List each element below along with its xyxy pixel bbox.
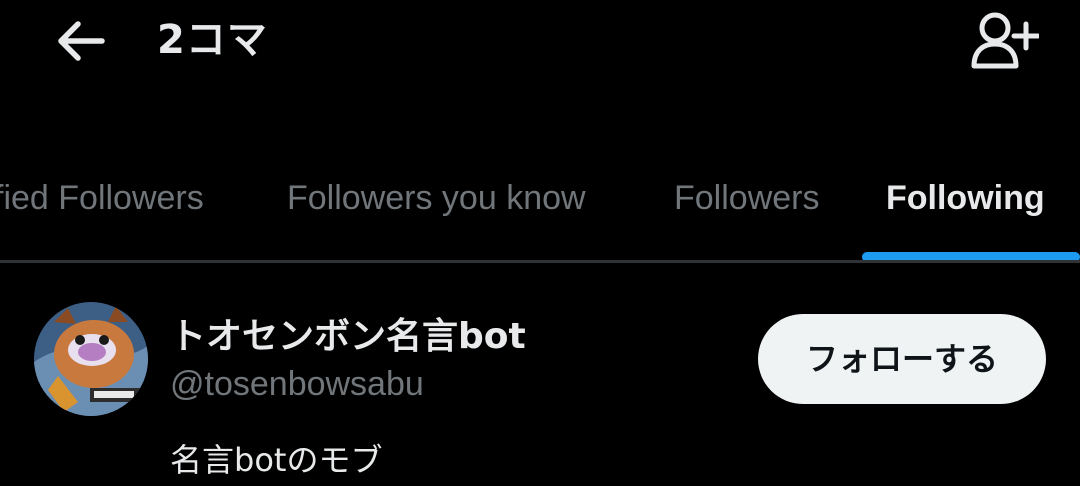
user-display-name[interactable]: トオセンボン名言bot xyxy=(170,314,526,360)
add-user-button[interactable] xyxy=(966,8,1042,72)
tab-divider xyxy=(0,260,1080,263)
avatar-image xyxy=(34,302,148,416)
page-title: 2コマ xyxy=(157,17,268,63)
tab-followers-you-know[interactable]: Followers you know xyxy=(287,160,586,264)
top-app-bar: 2コマ xyxy=(0,0,1080,90)
tab-followers[interactable]: Followers xyxy=(674,160,819,264)
tab-following[interactable]: Following xyxy=(886,160,1045,264)
back-button[interactable] xyxy=(50,14,110,68)
person-plus-icon xyxy=(971,12,1039,69)
follow-button[interactable]: フォローする xyxy=(758,314,1046,404)
tab-verified-followers[interactable]: fied Followers xyxy=(0,160,204,264)
tab-bar: fied Followers Followers you know Follow… xyxy=(0,160,1080,264)
avatar[interactable] xyxy=(34,302,148,416)
arrow-left-icon xyxy=(58,21,105,61)
user-list-item[interactable]: トオセンボン名言bot @tosenbowsabu フォローする 名言botのモ… xyxy=(0,290,1080,486)
user-bio: 名言botのモブ xyxy=(170,441,383,479)
user-handle[interactable]: @tosenbowsabu xyxy=(170,362,424,406)
